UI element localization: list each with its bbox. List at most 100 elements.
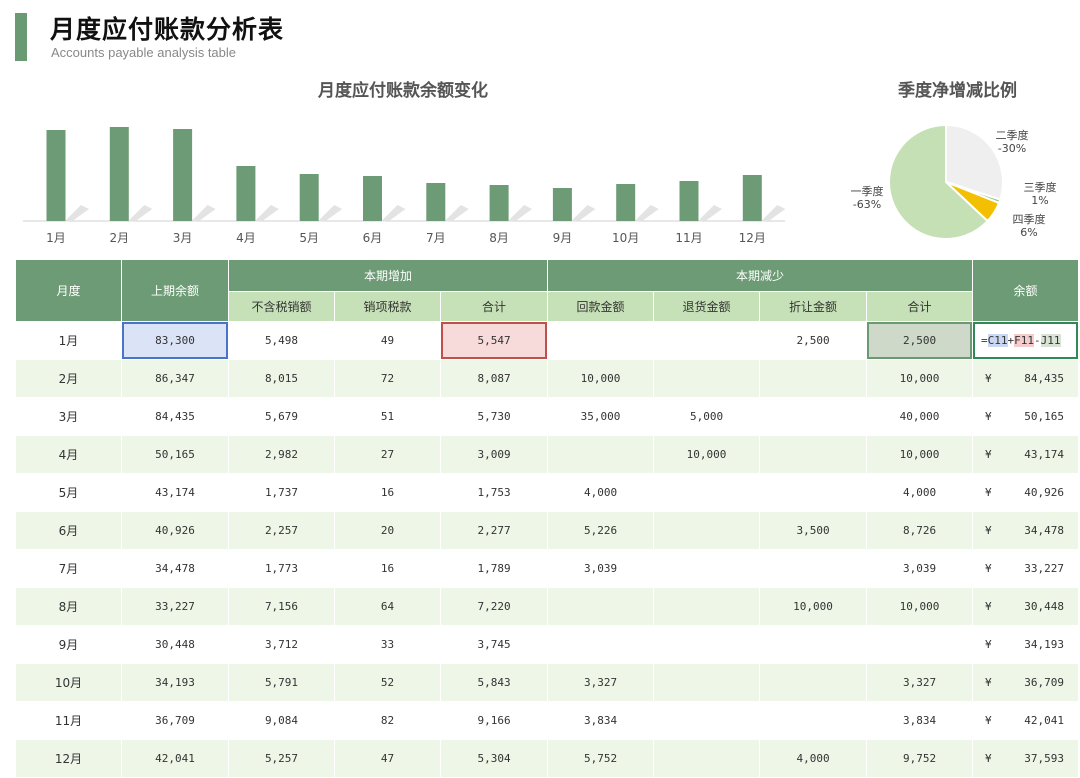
decrease-total-cell[interactable]: 3,327	[866, 663, 974, 702]
bar[interactable]	[426, 183, 446, 221]
output-tax-cell[interactable]: 16	[334, 473, 441, 512]
bar[interactable]	[489, 185, 509, 221]
balance-cell[interactable]: ¥37,593	[972, 739, 1080, 778]
balance-cell[interactable]: ¥34,478	[972, 511, 1080, 550]
increase-total-cell[interactable]: 1,789	[439, 549, 549, 588]
collection-cell[interactable]	[547, 321, 655, 360]
output-tax-cell[interactable]: 52	[334, 663, 441, 702]
increase-total-cell[interactable]: 9,166	[439, 701, 549, 740]
bar[interactable]	[173, 129, 193, 221]
returns-cell[interactable]: 5,000	[653, 397, 761, 436]
month-cell[interactable]: 11月	[15, 701, 122, 740]
collection-cell[interactable]	[547, 587, 655, 626]
month-cell[interactable]: 3月	[15, 397, 122, 436]
discount-cell[interactable]: 4,000	[759, 739, 868, 778]
prev-balance-cell[interactable]: 83,300	[121, 321, 229, 360]
increase-total-cell[interactable]: 5,304	[439, 739, 549, 778]
header-decrease-group[interactable]: 本期减少	[547, 259, 974, 292]
discount-cell[interactable]	[759, 625, 868, 664]
bar[interactable]	[299, 174, 319, 221]
increase-total-cell[interactable]: 3,745	[439, 625, 549, 664]
decrease-total-cell[interactable]: 8,726	[866, 511, 974, 550]
increase-total-cell[interactable]: 8,087	[439, 359, 549, 398]
ex-tax-sales-cell[interactable]: 1,773	[228, 549, 335, 588]
ex-tax-sales-cell[interactable]: 5,257	[228, 739, 335, 778]
discount-cell[interactable]	[759, 701, 868, 740]
increase-total-cell[interactable]: 5,547	[439, 321, 549, 360]
returns-cell[interactable]	[653, 701, 761, 740]
prev-balance-cell[interactable]: 86,347	[121, 359, 229, 398]
discount-cell[interactable]	[759, 435, 868, 474]
output-tax-cell[interactable]: 72	[334, 359, 441, 398]
collection-cell[interactable]	[547, 625, 655, 664]
decrease-total-cell[interactable]: 10,000	[866, 359, 974, 398]
month-cell[interactable]: 10月	[15, 663, 122, 702]
discount-cell[interactable]: 10,000	[759, 587, 868, 626]
output-tax-cell[interactable]: 33	[334, 625, 441, 664]
collection-cell[interactable]: 5,226	[547, 511, 655, 550]
prev-balance-cell[interactable]: 30,448	[121, 625, 229, 664]
decrease-total-cell[interactable]: 40,000	[866, 397, 974, 436]
header-balance[interactable]: 余额	[972, 259, 1080, 322]
month-cell[interactable]: 1月	[15, 321, 122, 360]
collection-cell[interactable]: 3,039	[547, 549, 655, 588]
ex-tax-sales-cell[interactable]: 5,791	[228, 663, 335, 702]
returns-cell[interactable]	[653, 359, 761, 398]
decrease-total-cell[interactable]: 4,000	[866, 473, 974, 512]
collection-cell[interactable]: 3,834	[547, 701, 655, 740]
returns-cell[interactable]	[653, 321, 761, 360]
ex-tax-sales-cell[interactable]: 2,982	[228, 435, 335, 474]
output-tax-cell[interactable]: 20	[334, 511, 441, 550]
ex-tax-sales-cell[interactable]: 1,737	[228, 473, 335, 512]
ex-tax-sales-cell[interactable]: 9,084	[228, 701, 335, 740]
bar[interactable]	[552, 188, 572, 221]
returns-cell[interactable]	[653, 625, 761, 664]
discount-cell[interactable]	[759, 359, 868, 398]
increase-total-cell[interactable]: 2,277	[439, 511, 549, 550]
header-collection[interactable]: 回款金额	[547, 291, 655, 322]
month-cell[interactable]: 4月	[15, 435, 122, 474]
prev-balance-cell[interactable]: 84,435	[121, 397, 229, 436]
returns-cell[interactable]	[653, 663, 761, 702]
prev-balance-cell[interactable]: 42,041	[121, 739, 229, 778]
header-ex-tax-sales[interactable]: 不含税销额	[228, 291, 335, 322]
month-cell[interactable]: 6月	[15, 511, 122, 550]
returns-cell[interactable]	[653, 739, 761, 778]
month-cell[interactable]: 2月	[15, 359, 122, 398]
prev-balance-cell[interactable]: 43,174	[121, 473, 229, 512]
collection-cell[interactable]: 3,327	[547, 663, 655, 702]
header-discount[interactable]: 折让金额	[759, 291, 868, 322]
header-increase-group[interactable]: 本期增加	[227, 259, 549, 292]
prev-balance-cell[interactable]: 36,709	[121, 701, 229, 740]
returns-cell[interactable]	[653, 587, 761, 626]
discount-cell[interactable]	[759, 473, 868, 512]
returns-cell[interactable]	[653, 511, 761, 550]
month-cell[interactable]: 8月	[15, 587, 122, 626]
output-tax-cell[interactable]: 47	[334, 739, 441, 778]
bar[interactable]	[679, 181, 699, 221]
discount-cell[interactable]	[759, 663, 868, 702]
collection-cell[interactable]: 5,752	[547, 739, 655, 778]
balance-cell[interactable]: ¥42,041	[972, 701, 1080, 740]
month-cell[interactable]: 7月	[15, 549, 122, 588]
decrease-total-cell[interactable]: 9,752	[866, 739, 974, 778]
month-cell[interactable]: 9月	[15, 625, 122, 664]
bar[interactable]	[616, 184, 636, 221]
balance-cell[interactable]: ¥36,709	[972, 663, 1080, 702]
increase-total-cell[interactable]: 5,730	[439, 397, 549, 436]
discount-cell[interactable]	[759, 397, 868, 436]
decrease-total-cell[interactable]: 3,039	[866, 549, 974, 588]
increase-total-cell[interactable]: 3,009	[439, 435, 549, 474]
balance-cell[interactable]: ¥84,435	[972, 359, 1080, 398]
returns-cell[interactable]	[653, 549, 761, 588]
ex-tax-sales-cell[interactable]: 8,015	[228, 359, 335, 398]
collection-cell[interactable]	[547, 435, 655, 474]
ex-tax-sales-cell[interactable]: 7,156	[228, 587, 335, 626]
decrease-total-cell[interactable]: 10,000	[866, 435, 974, 474]
ex-tax-sales-cell[interactable]: 5,498	[228, 321, 335, 360]
output-tax-cell[interactable]: 27	[334, 435, 441, 474]
collection-cell[interactable]: 10,000	[547, 359, 655, 398]
output-tax-cell[interactable]: 49	[334, 321, 441, 360]
month-cell[interactable]: 12月	[15, 739, 122, 778]
discount-cell[interactable]	[759, 549, 868, 588]
